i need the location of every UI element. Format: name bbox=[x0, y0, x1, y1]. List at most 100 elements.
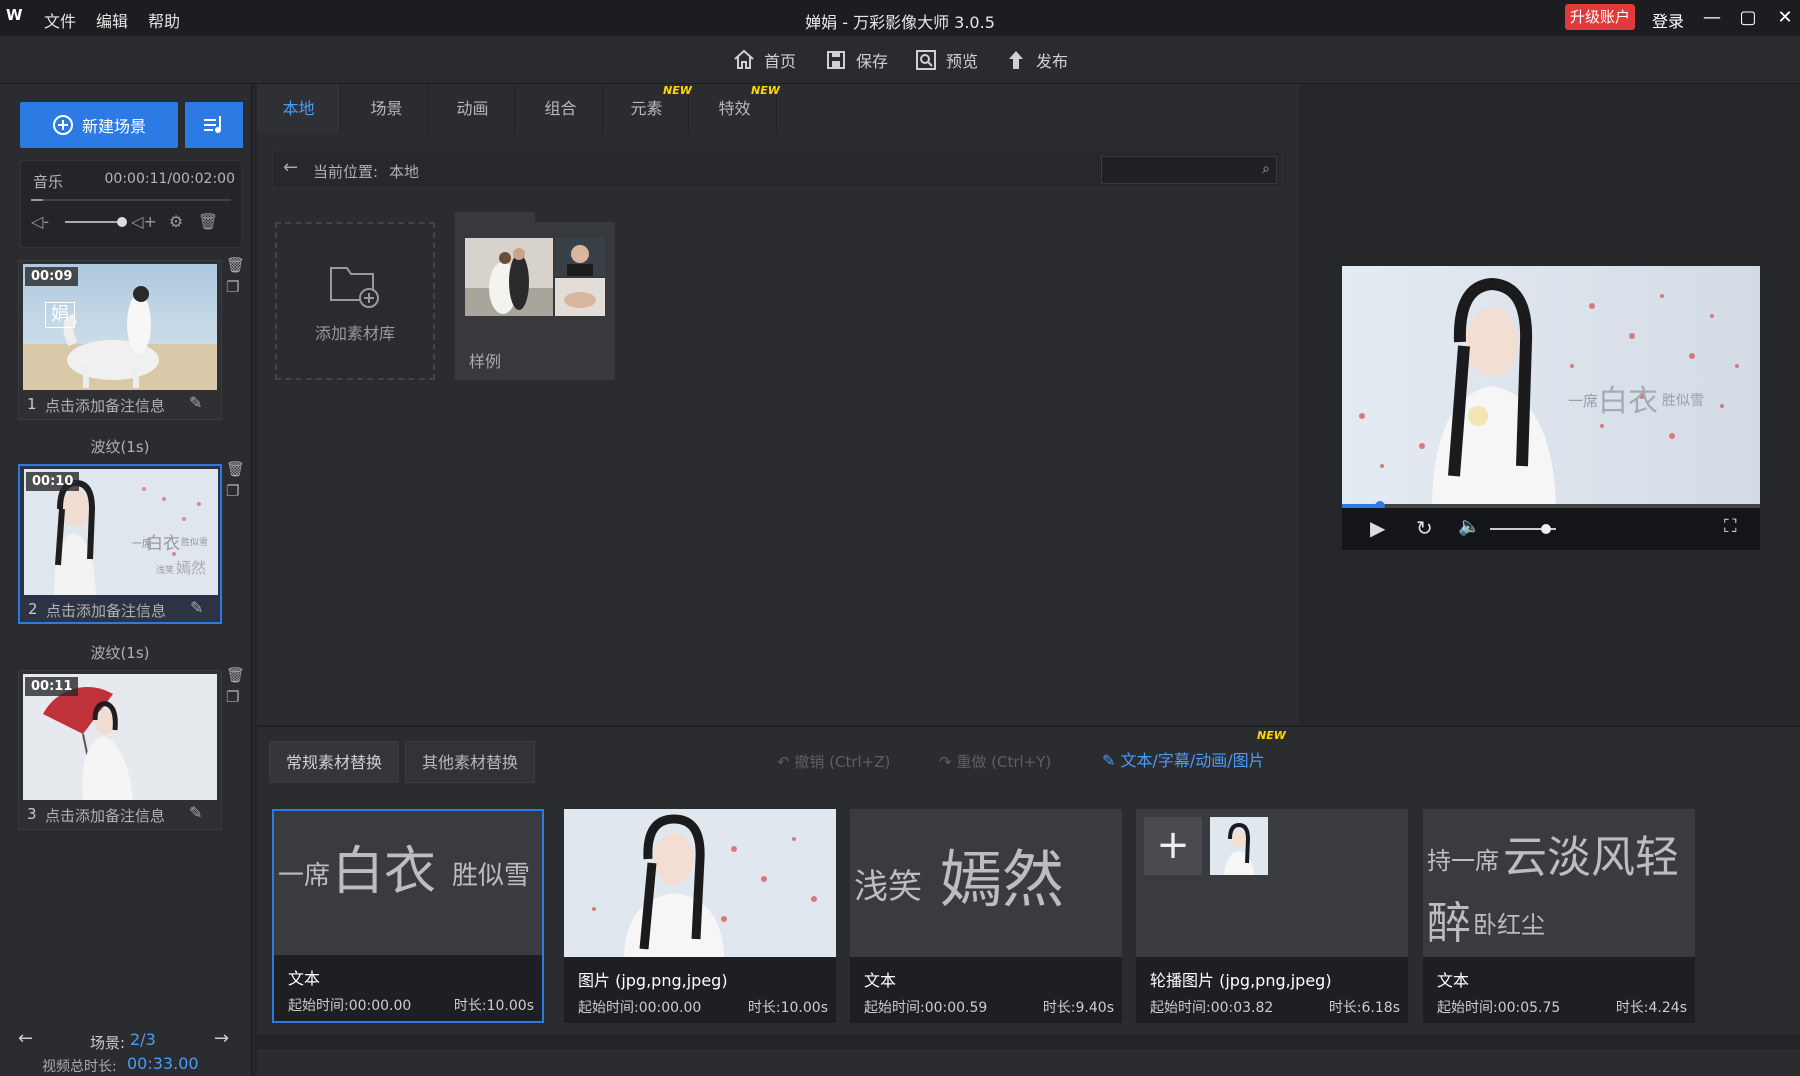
asset-start: 起始时间:00:05.75 bbox=[1437, 1000, 1561, 1016]
scene-card-1[interactable]: 娟 00:09 1 点击添加备注信息 ✎ bbox=[18, 260, 222, 420]
search-icon[interactable]: ⌕ bbox=[1262, 161, 1270, 177]
scene-thumb-text: 娟 bbox=[45, 302, 75, 328]
trash-icon[interactable]: 🗑 bbox=[226, 256, 245, 274]
volume-icon[interactable]: 🔈 bbox=[1458, 516, 1480, 537]
tab-animation[interactable]: 动画 bbox=[431, 84, 515, 134]
asset-duration: 时长:10.00s bbox=[747, 1000, 828, 1016]
login-button[interactable]: 登录 bbox=[1652, 8, 1684, 32]
trash-icon[interactable]: 🗑 bbox=[226, 460, 245, 478]
replay-icon[interactable]: ↻ bbox=[1416, 516, 1433, 540]
path-bar: ← 当前位置: 本地 ⌕ bbox=[272, 150, 1282, 188]
save-icon bbox=[827, 51, 845, 69]
sample-thumbnail bbox=[555, 278, 605, 316]
copy-icon[interactable]: ❐ bbox=[226, 482, 239, 500]
scene-position: 2/3 bbox=[130, 1030, 156, 1049]
asset-text: 白衣 bbox=[332, 842, 437, 902]
scene-number: 2 bbox=[28, 600, 38, 618]
edit-icon[interactable]: ✎ bbox=[189, 393, 202, 412]
asset-type: 文本 bbox=[864, 971, 897, 990]
trash-icon[interactable]: 🗑 bbox=[226, 666, 245, 684]
close-icon[interactable]: ✕ bbox=[1770, 4, 1800, 32]
volume-down-icon[interactable]: ◁- bbox=[27, 209, 53, 235]
copy-icon[interactable]: ❐ bbox=[226, 688, 239, 706]
tab-local[interactable]: 本地 bbox=[257, 84, 341, 134]
redo-button[interactable]: ↷ 重做 (Ctrl+Y) bbox=[939, 751, 1051, 772]
scene-number: 1 bbox=[27, 395, 37, 413]
total-duration: 00:33.00 bbox=[127, 1054, 199, 1073]
scene-list-button[interactable] bbox=[185, 102, 243, 148]
asset-card-carousel[interactable]: + 轮播图片 (jpg,png,jpeg) 起始时间:00:03.82 时长:6… bbox=[1136, 809, 1408, 1023]
music-time: 00:00:11/00:02:00 bbox=[104, 171, 235, 187]
asset-start: 起始时间:00:00.59 bbox=[864, 1000, 988, 1016]
volume-up-icon[interactable]: ◁+ bbox=[131, 209, 157, 235]
new-badge: NEW bbox=[663, 84, 692, 97]
scene-duration: 00:09 bbox=[25, 267, 79, 286]
fullscreen-icon[interactable]: ⛶ bbox=[1724, 516, 1737, 537]
scene-thumb-text: 浅笑 bbox=[156, 566, 175, 576]
maximize-icon[interactable]: ▢ bbox=[1733, 4, 1763, 32]
prev-scene-icon[interactable]: ← bbox=[18, 1028, 33, 1049]
save-button[interactable]: 保存 bbox=[824, 46, 888, 74]
preview-button[interactable]: 预览 bbox=[914, 46, 978, 74]
publish-button[interactable]: 发布 bbox=[1004, 46, 1068, 74]
menu-edit[interactable]: 编辑 bbox=[96, 8, 128, 32]
music-progress[interactable] bbox=[31, 199, 231, 201]
transition-label[interactable]: 波纹(1s) bbox=[18, 436, 222, 457]
home-label: 首页 bbox=[764, 52, 797, 71]
tab-other-replace[interactable]: 其他素材替换 bbox=[405, 741, 536, 783]
add-library-button[interactable]: 添加素材库 bbox=[275, 222, 435, 380]
trash-icon[interactable]: 🗑 bbox=[195, 209, 221, 235]
edit-icon[interactable]: ✎ bbox=[190, 598, 203, 617]
scene-card-2[interactable]: 一席 白衣 胜似雪 浅笑 嫣然 00:10 2 点击添加备注信息 ✎ bbox=[18, 464, 222, 624]
transition-label[interactable]: 波纹(1s) bbox=[18, 642, 222, 663]
asset-info: 文本 起始时间:00:05.75 时长:4.24s bbox=[1423, 957, 1695, 1023]
upload-icon bbox=[1009, 51, 1023, 69]
volume-knob[interactable] bbox=[117, 217, 127, 227]
minimize-icon[interactable]: — bbox=[1697, 4, 1727, 32]
sample-thumbnail bbox=[555, 238, 605, 276]
asset-card-image[interactable]: 图片 (jpg,png,jpeg) 起始时间:00:00.00 时长:10.00… bbox=[564, 809, 836, 1023]
sample-folder[interactable]: 样例 bbox=[455, 212, 615, 380]
scene-card-3[interactable]: 00:11 3 点击添加备注信息 ✎ bbox=[18, 670, 222, 830]
asset-card-text-2[interactable]: 浅笑 嫣然 文本 起始时间:00:00.59 时长:9.40s bbox=[850, 809, 1122, 1023]
add-image-button[interactable]: + bbox=[1144, 817, 1202, 875]
text-subtitle-link[interactable]: ✎ 文本/字幕/动画/图片 bbox=[1102, 747, 1265, 771]
preview-volume-knob[interactable] bbox=[1541, 524, 1552, 534]
volume-slider[interactable] bbox=[65, 221, 123, 223]
upgrade-account-button[interactable]: 升级账户 bbox=[1565, 4, 1635, 30]
asset-info: 文本 起始时间:00:00.00 时长:10.00s bbox=[274, 955, 542, 1021]
app-logo: W bbox=[6, 6, 23, 24]
carousel-thumbnail[interactable] bbox=[1210, 817, 1268, 875]
scene-note[interactable]: 点击添加备注信息 bbox=[46, 600, 166, 621]
preview-video[interactable]: 一席 白衣 胜似雪 bbox=[1342, 266, 1760, 506]
menu-help[interactable]: 帮助 bbox=[148, 8, 180, 32]
back-arrow-icon[interactable]: ← bbox=[283, 157, 298, 178]
scene-thumb-text: 胜似雪 bbox=[181, 538, 209, 548]
home-button[interactable]: 首页 bbox=[732, 46, 796, 74]
preview-area: 一席 白衣 胜似雪 ▶ ↻ 🔈 ⛶ bbox=[1300, 84, 1800, 724]
tab-regular-replace[interactable]: 常规素材替换 bbox=[269, 741, 400, 783]
play-icon[interactable]: ▶ bbox=[1370, 516, 1385, 540]
undo-button[interactable]: ↶ 撤销 (Ctrl+Z) bbox=[777, 751, 890, 772]
tab-scene[interactable]: 场景 bbox=[345, 84, 429, 134]
new-scene-button[interactable]: 新建场景 bbox=[20, 102, 178, 148]
asset-start: 起始时间:00:00.00 bbox=[578, 1000, 702, 1016]
gear-icon[interactable]: ⚙ bbox=[163, 209, 189, 235]
next-scene-icon[interactable]: → bbox=[214, 1028, 229, 1049]
scene-note[interactable]: 点击添加备注信息 bbox=[45, 395, 165, 416]
asset-text: 胜似雪 bbox=[452, 861, 531, 891]
asset-card-text-1[interactable]: 一席 白衣 胜似雪 文本 起始时间:00:00.00 时长:10.00s bbox=[272, 809, 544, 1023]
scene-duration: 00:11 bbox=[25, 677, 79, 696]
menu-file[interactable]: 文件 bbox=[44, 8, 76, 32]
horizontal-scrollbar[interactable] bbox=[257, 1035, 1800, 1049]
tab-group[interactable]: 组合 bbox=[519, 84, 603, 134]
asset-type: 轮播图片 (jpg,png,jpeg) bbox=[1150, 971, 1332, 990]
search-box[interactable]: ⌕ bbox=[1101, 156, 1277, 184]
library-tabs: 本地 场景 动画 组合 元素 NEW 特效 NEW bbox=[257, 84, 1299, 134]
asset-card-text-3[interactable]: 持一席 云淡风轻 醉 卧红尘 文本 起始时间:00:05.75 时长:4.24s bbox=[1423, 809, 1695, 1023]
save-label: 保存 bbox=[856, 52, 889, 71]
copy-icon[interactable]: ❐ bbox=[226, 278, 239, 296]
edit-icon[interactable]: ✎ bbox=[189, 803, 202, 822]
search-input[interactable] bbox=[1102, 157, 1252, 183]
scene-note[interactable]: 点击添加备注信息 bbox=[45, 805, 165, 826]
